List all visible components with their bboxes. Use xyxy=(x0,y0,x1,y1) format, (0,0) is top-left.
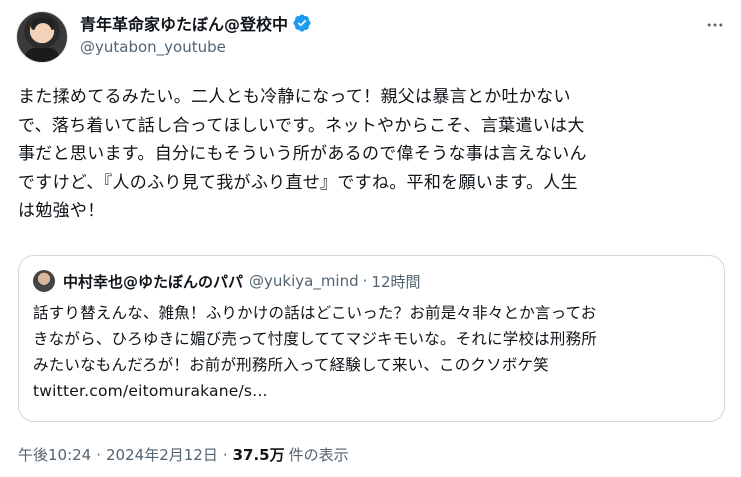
author-handle[interactable]: @yutabon_youtube xyxy=(80,38,226,56)
tweet-text: また揉めてるみたい。二人とも冷静になって！親父は暴言とか吐かない で、落ち着いて… xyxy=(18,83,730,226)
quoted-tweet-time: 12時間 xyxy=(371,272,421,291)
verified-badge-icon[interactable] xyxy=(292,13,312,33)
tweet-metadata: 午後10:24 · 2024年2月12日 · 37.5万 件の表示 xyxy=(18,444,349,465)
quoted-author-display-name: 中村幸也@ゆたぼんのパパ xyxy=(63,272,244,291)
quoted-text-line: みたいなもんだろが！お前が刑務所入って経験して来い、このクソボケ笑 xyxy=(33,356,549,374)
tweet-text-line: で、落ち着いて話し合ってほしいです。ネットやからこそ、言葉遣いは大 xyxy=(18,115,585,136)
tweet-text-line: ですけど、『人のふり見て我がふり直せ』ですね。平和を願います。人生 xyxy=(18,172,578,193)
author-display-name[interactable]: 青年革命家ゆたぼん@登校中 xyxy=(80,11,288,35)
author-avatar[interactable] xyxy=(16,11,68,63)
separator-dot: · xyxy=(362,272,368,290)
quoted-tweet-header: 中村幸也@ゆたぼんのパパ @yukiya_mind · 12時間 xyxy=(63,270,421,292)
separator-dot: · xyxy=(96,445,102,464)
separator-dot: · xyxy=(222,445,228,464)
views-count: 37.5万 xyxy=(232,446,285,464)
quoted-text-line: きながら、ひろゆきに媚び売って忖度しててマジキモいな。それに学校は刑務所 xyxy=(33,330,597,348)
author-name-row: 青年革命家ゆたぼん@登校中 xyxy=(80,12,312,34)
tweet-text-line: 事だと思います。自分にもそういう所があるので偉そうな事は言えないん xyxy=(18,144,587,164)
tweet-text-line: は勉強や！ xyxy=(18,201,105,221)
views-label: 件の表示 xyxy=(288,446,349,464)
tweet-time[interactable]: 午後10:24 xyxy=(18,444,91,465)
tweet-date[interactable]: 2024年2月12日 xyxy=(106,444,218,465)
quoted-author-avatar xyxy=(33,270,55,292)
quoted-tweet-text: 話すり替えんな、雑魚！ふりかけの話はどこいった？お前是々非々とか言ってお きなが… xyxy=(33,300,713,404)
quoted-tweet-card[interactable]: 中村幸也@ゆたぼんのパパ @yukiya_mind · 12時間 話すり替えんな… xyxy=(18,255,725,422)
quoted-tweet-link[interactable]: twitter.com/eitomurakane/s... xyxy=(33,378,713,404)
tweet-text-line: また揉めてるみたい。二人とも冷静になって！親父は暴言とか吐かない xyxy=(18,87,571,107)
quoted-text-line: 話すり替えんな、雑魚！ふりかけの話はどこいった？お前是々非々とか言ってお xyxy=(33,304,597,322)
more-options-icon[interactable] xyxy=(700,10,730,40)
quoted-author-handle: @yukiya_mind xyxy=(249,272,359,290)
